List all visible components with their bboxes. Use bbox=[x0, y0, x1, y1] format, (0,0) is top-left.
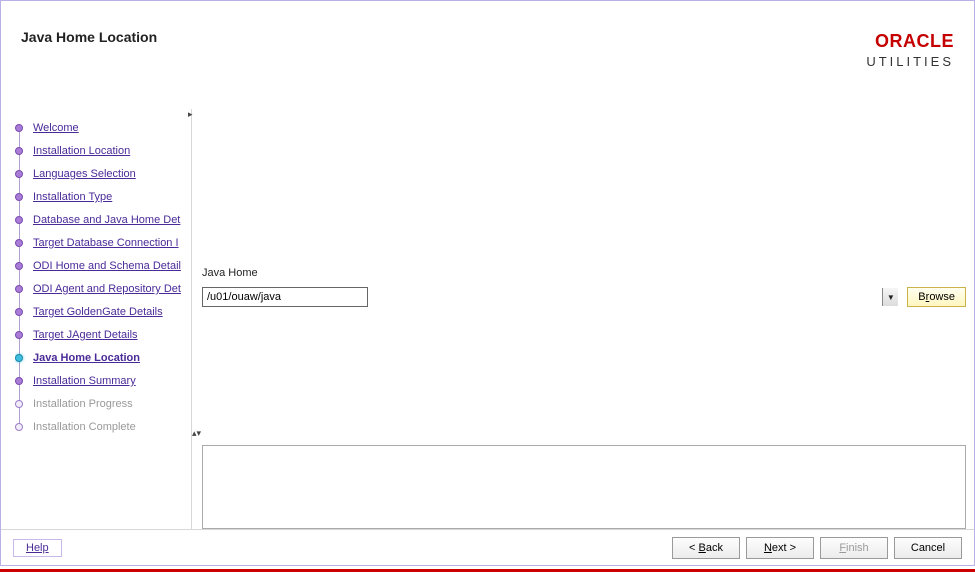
step-label[interactable]: Target JAgent Details bbox=[33, 329, 138, 341]
step-bullet-icon bbox=[15, 147, 23, 155]
wizard-sidebar: Welcome Installation Location Languages Se… bbox=[1, 109, 191, 529]
message-pane bbox=[202, 445, 966, 529]
java-home-combo[interactable]: ▼ bbox=[202, 287, 899, 307]
footer: Help < Back Next > Finish Cancel bbox=[1, 529, 974, 565]
step-label[interactable]: ODI Home and Schema Detail bbox=[33, 260, 181, 272]
cancel-button[interactable]: Cancel bbox=[894, 537, 962, 559]
step-bullet-icon bbox=[15, 377, 23, 385]
step-bullet-icon bbox=[15, 239, 23, 247]
java-home-label: Java Home bbox=[202, 267, 966, 279]
chevron-down-icon[interactable]: ▼ bbox=[882, 288, 898, 306]
step-label: Installation Complete bbox=[33, 421, 136, 433]
step-label: Installation Progress bbox=[33, 398, 133, 410]
brand-logo: ORACLE UTILITIES bbox=[866, 31, 954, 69]
browse-button[interactable]: Browse bbox=[907, 287, 966, 307]
step-label[interactable]: Target Database Connection I bbox=[33, 237, 179, 249]
wizard-step[interactable]: Java Home Location bbox=[15, 349, 191, 372]
step-bullet-icon bbox=[15, 262, 23, 270]
wizard-step[interactable]: ODI Agent and Repository Det bbox=[15, 280, 191, 303]
splitter-handle-icon[interactable]: ▸ bbox=[188, 109, 193, 120]
step-bullet-icon bbox=[15, 216, 23, 224]
body: Welcome Installation Location Languages Se… bbox=[1, 109, 974, 529]
wizard-step[interactable]: Installation Summary bbox=[15, 372, 191, 395]
next-button[interactable]: Next > bbox=[746, 537, 814, 559]
step-label[interactable]: Installation Type bbox=[33, 191, 112, 203]
wizard-step: Installation Complete bbox=[15, 418, 191, 441]
step-label[interactable]: Installation Summary bbox=[33, 375, 136, 387]
step-bullet-icon bbox=[15, 308, 23, 316]
page-title: Java Home Location bbox=[21, 29, 157, 45]
content-pane: ▸ Java Home ▼ Browse ▴▾ bbox=[191, 109, 974, 529]
brand-word: ORACLE bbox=[866, 31, 954, 52]
step-label[interactable]: Target GoldenGate Details bbox=[33, 306, 163, 318]
step-list: Welcome Installation Location Languages Se… bbox=[15, 119, 191, 441]
installer-window: Java Home Location ORACLE UTILITIES Welc… bbox=[0, 0, 975, 566]
step-label[interactable]: Database and Java Home Det bbox=[33, 214, 180, 226]
java-home-row: ▼ Browse bbox=[202, 287, 966, 307]
wizard-step[interactable]: ODI Home and Schema Detail bbox=[15, 257, 191, 280]
wizard-step[interactable]: Welcome bbox=[15, 119, 191, 142]
help-link[interactable]: Help bbox=[13, 539, 62, 557]
step-label[interactable]: Languages Selection bbox=[33, 168, 136, 180]
wizard-step[interactable]: Target JAgent Details bbox=[15, 326, 191, 349]
step-bullet-icon bbox=[15, 354, 23, 362]
form-area: Java Home ▼ Browse bbox=[202, 109, 966, 433]
finish-button: Finish bbox=[820, 537, 888, 559]
step-label[interactable]: ODI Agent and Repository Det bbox=[33, 283, 181, 295]
step-bullet-icon bbox=[15, 331, 23, 339]
step-label[interactable]: Installation Location bbox=[33, 145, 130, 157]
wizard-step[interactable]: Installation Type bbox=[15, 188, 191, 211]
java-home-input[interactable] bbox=[202, 287, 368, 307]
step-bullet-icon bbox=[15, 423, 23, 431]
step-bullet-icon bbox=[15, 170, 23, 178]
wizard-step[interactable]: Target Database Connection I bbox=[15, 234, 191, 257]
step-bullet-icon bbox=[15, 285, 23, 293]
wizard-step[interactable]: Target GoldenGate Details bbox=[15, 303, 191, 326]
brand-subtitle: UTILITIES bbox=[866, 54, 954, 69]
header: Java Home Location ORACLE UTILITIES bbox=[1, 1, 974, 85]
wizard-step: Installation Progress bbox=[15, 395, 191, 418]
wizard-step[interactable]: Database and Java Home Det bbox=[15, 211, 191, 234]
wizard-step[interactable]: Installation Location bbox=[15, 142, 191, 165]
back-button[interactable]: < Back bbox=[672, 537, 740, 559]
step-label[interactable]: Welcome bbox=[33, 122, 79, 134]
step-label[interactable]: Java Home Location bbox=[33, 352, 140, 364]
wizard-step[interactable]: Languages Selection bbox=[15, 165, 191, 188]
step-bullet-icon bbox=[15, 124, 23, 132]
step-bullet-icon bbox=[15, 400, 23, 408]
splitter-handle-icon[interactable]: ▴▾ bbox=[192, 428, 201, 439]
step-bullet-icon bbox=[15, 193, 23, 201]
